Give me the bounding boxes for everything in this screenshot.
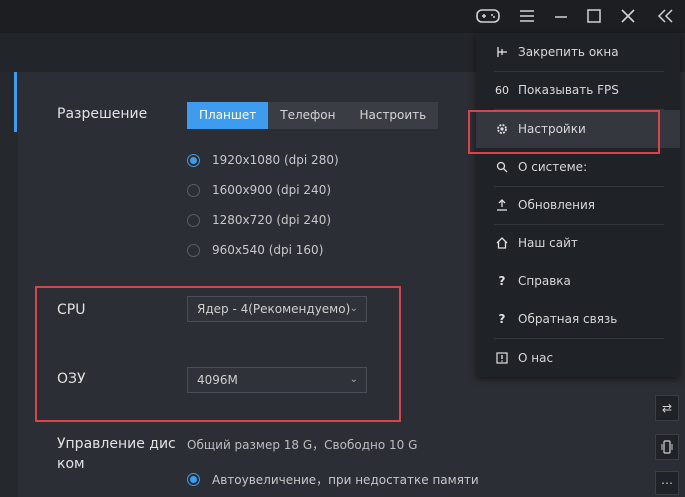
resolution-option[interactable]: 1280x720 (dpi 240)	[187, 211, 331, 229]
radio-icon[interactable]	[187, 213, 200, 227]
resolution-option[interactable]: 960x540 (dpi 160)	[187, 241, 323, 259]
radio-icon[interactable]	[187, 243, 200, 257]
menu-item-website[interactable]: Наш сайт	[476, 224, 680, 262]
tab-tablet[interactable]: Планшет	[187, 102, 269, 129]
resolution-mode-tabs: Планшет Телефон Настроить	[187, 102, 439, 129]
left-nav-active-indicator	[14, 72, 17, 132]
radio-icon[interactable]	[187, 183, 200, 197]
menu-item-help[interactable]: ? Справка	[476, 262, 680, 300]
resolution-option-label: 1920x1080 (dpi 280)	[212, 153, 339, 167]
resolution-option-label: 1280x720 (dpi 240)	[212, 213, 332, 227]
home-icon	[494, 237, 510, 249]
resolution-option-label: 1600x900 (dpi 240)	[212, 183, 332, 197]
help-icon: ?	[498, 274, 506, 288]
gamepad-icon[interactable]	[475, 6, 501, 26]
search-icon	[494, 161, 510, 173]
disk-auto-label: Автоувеличение，при недостатке памяти	[212, 472, 479, 487]
menu-item-label: Наш сайт	[518, 236, 578, 250]
radio-selected-icon[interactable]	[187, 472, 200, 486]
menu-item-label: Обратная связь	[518, 312, 618, 326]
disk-label-cont: ком	[57, 456, 85, 472]
sync-icon[interactable]: ⇄	[655, 395, 679, 421]
maximize-icon[interactable]	[583, 6, 605, 26]
info-icon	[494, 352, 510, 364]
left-nav	[0, 72, 18, 497]
menu-item-feedback[interactable]: ? Обратная связь	[476, 300, 680, 338]
hamburger-menu-icon[interactable]	[516, 6, 538, 26]
more-icon[interactable]: ⋯	[655, 471, 679, 495]
menu-item-label: О системе:	[518, 160, 588, 174]
highlight-box-settings	[468, 110, 660, 154]
feedback-icon: ?	[498, 312, 506, 326]
resolution-option-label: 960x540 (dpi 160)	[212, 243, 324, 257]
tab-custom[interactable]: Настроить	[347, 102, 439, 129]
disk-label: Управление дис	[57, 436, 176, 452]
menu-item-label: Показывать FPS	[518, 83, 619, 97]
fps-icon: 60	[495, 83, 509, 97]
menu-item-pin-window[interactable]: Закрепить окна	[476, 33, 680, 71]
minimize-icon[interactable]	[550, 6, 572, 26]
collapse-icon[interactable]	[655, 6, 677, 26]
menu-item-show-fps[interactable]: 60 Показывать FPS	[476, 71, 680, 109]
menu-item-label: Обновления	[518, 198, 596, 212]
resolution-label: Разрешение	[57, 106, 148, 122]
shake-icon[interactable]	[655, 434, 679, 460]
radio-selected-icon[interactable]	[187, 153, 200, 167]
menu-item-updates[interactable]: Обновления	[476, 186, 680, 224]
title-bar	[0, 0, 685, 33]
disk-info: Общий размер 18 G，Свободно 10 G	[187, 438, 418, 452]
menu-item-label: Закрепить окна	[518, 45, 619, 59]
main-menu-dropdown: Закрепить окна 60 Показывать FPS Настрой…	[476, 33, 680, 377]
highlight-box-cpu-ram	[35, 286, 401, 422]
resolution-option[interactable]: 1920x1080 (dpi 280)	[187, 151, 339, 169]
upload-icon	[494, 199, 510, 211]
menu-item-label: О нас	[518, 351, 554, 365]
disk-auto-option[interactable]: Автоувеличение，при недостатке памяти	[187, 470, 479, 488]
close-icon[interactable]	[617, 6, 639, 26]
menu-item-label: Справка	[518, 274, 571, 288]
tab-phone[interactable]: Телефон	[268, 102, 348, 129]
resolution-option[interactable]: 1600x900 (dpi 240)	[187, 181, 331, 199]
pin-icon	[494, 46, 510, 58]
menu-item-about[interactable]: О нас	[476, 339, 680, 377]
